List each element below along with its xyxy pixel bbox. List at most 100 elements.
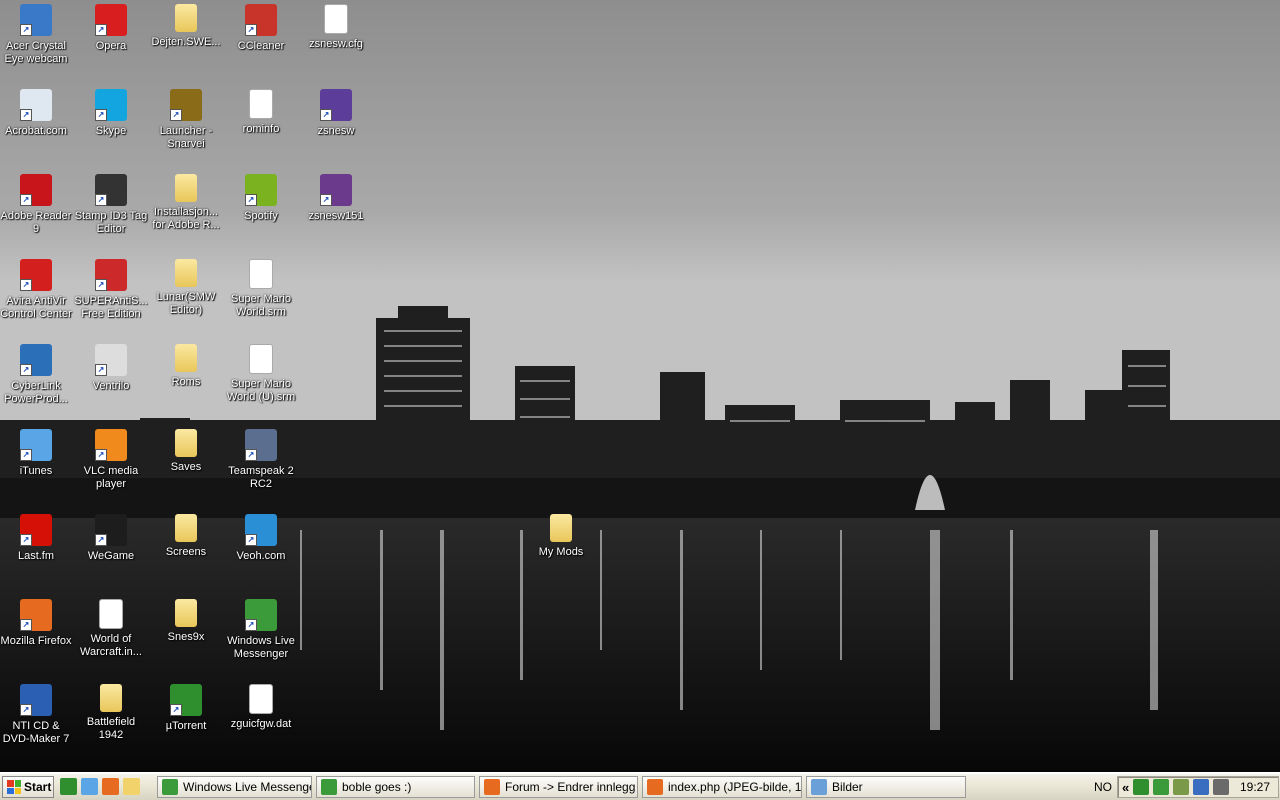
- desktop-icon[interactable]: Dejten.SWE...: [148, 2, 224, 49]
- desktop-icon[interactable]: ↗ Avira AntiVir Control Center: [0, 257, 74, 321]
- shortcut-arrow-icon: ↗: [245, 619, 257, 631]
- shortcut-arrow-icon: ↗: [20, 704, 32, 716]
- desktop-icon[interactable]: ↗ µTorrent: [148, 682, 224, 733]
- shortcut-arrow-icon: ↗: [20, 194, 32, 206]
- desktop-icon[interactable]: Super Mario World.srm: [223, 257, 299, 319]
- desktop-icon[interactable]: My Mods: [523, 512, 599, 559]
- folder-icon: [550, 514, 572, 542]
- desktop-icon[interactable]: ↗ Ventrilo: [73, 342, 149, 393]
- shortcut-arrow-icon: ↗: [95, 534, 107, 546]
- desktop-icon-label: Windows Live Messenger: [227, 635, 295, 660]
- desktop-icon[interactable]: ↗ Windows Live Messenger: [223, 597, 299, 661]
- shortcut-arrow-icon: ↗: [95, 109, 107, 121]
- desktop[interactable]: ↗ Acer Crystal Eye webcam ↗ Opera Dejten.SWE…: [0, 0, 1280, 772]
- desktop-icon[interactable]: World of Warcraft.in...: [73, 597, 149, 659]
- desktop-icon[interactable]: Snes9x: [148, 597, 224, 644]
- quick-launch-folder-icon[interactable]: [123, 778, 140, 795]
- desktop-icon[interactable]: ↗ Skype: [73, 87, 149, 138]
- desktop-icon-label: Teamspeak 2 RC2: [228, 465, 294, 490]
- desktop-icon-label: Skype: [95, 125, 127, 137]
- veoh-icon: ↗: [245, 514, 277, 546]
- desktop-icon-label: Dejten.SWE...: [151, 36, 221, 48]
- desktop-icon-label: Avira AntiVir Control Center: [0, 295, 72, 320]
- desktop-icon[interactable]: ↗ zsnesw151: [298, 172, 374, 223]
- adobe-reader-icon: ↗: [20, 174, 52, 206]
- desktop-icon-label: Veoh.com: [236, 550, 286, 562]
- desktop-icon[interactable]: ↗ Acer Crystal Eye webcam: [0, 2, 74, 66]
- desktop-icon[interactable]: ↗ zsnesw: [298, 87, 374, 138]
- folder-icon: [175, 514, 197, 542]
- desktop-icon[interactable]: ↗ WeGame: [73, 512, 149, 563]
- firefox-icon: [484, 779, 500, 795]
- desktop-icon-label: My Mods: [538, 546, 584, 558]
- safely-remove-icon[interactable]: [1173, 779, 1190, 795]
- language-indicator[interactable]: NO: [1094, 780, 1112, 794]
- desktop-icon[interactable]: Screens: [148, 512, 224, 559]
- tray-expand-button[interactable]: «: [1122, 780, 1129, 795]
- winrar-archive-icon: ↗: [320, 174, 352, 206]
- desktop-icon[interactable]: Super Mario World (U).srm: [223, 342, 299, 404]
- ventrilo-icon: ↗: [95, 344, 127, 376]
- desktop-icon[interactable]: Saves: [148, 427, 224, 474]
- superantispyware-icon: ↗: [95, 259, 127, 291]
- desktop-icon[interactable]: ↗ Acrobat.com: [0, 87, 74, 138]
- desktop-icon[interactable]: ↗ NTI CD & DVD-Maker 7: [0, 682, 74, 746]
- desktop-icon-label: CCleaner: [237, 40, 285, 52]
- desktop-icon[interactable]: ↗ VLC media player: [73, 427, 149, 491]
- webcam-icon: ↗: [20, 4, 52, 36]
- quick-launch-utorrent-icon[interactable]: [60, 778, 77, 795]
- desktop-icon[interactable]: Roms: [148, 342, 224, 389]
- taskbar: Start Windows Live Messenger boble goes :…: [0, 772, 1280, 800]
- taskbar-button[interactable]: Bilder: [806, 776, 966, 798]
- utorrent-tray-icon[interactable]: [1133, 779, 1150, 795]
- messenger-icon: ↗: [245, 599, 277, 631]
- desktop-icon[interactable]: ↗ Adobe Reader 9: [0, 172, 74, 236]
- desktop-icon[interactable]: Lunar(SMW Editor): [148, 257, 224, 317]
- volume-icon[interactable]: [1213, 779, 1230, 795]
- desktop-icon[interactable]: ↗ Opera: [73, 2, 149, 53]
- desktop-icon[interactable]: ↗ Mozilla Firefox: [0, 597, 74, 648]
- desktop-icon[interactable]: ↗ Launcher - Snarvei: [148, 87, 224, 151]
- document-icon: [249, 259, 273, 289]
- clock[interactable]: 19:27: [1240, 780, 1270, 794]
- folder-icon: [175, 599, 197, 627]
- document-icon: [249, 684, 273, 714]
- zsnes-icon: ↗: [320, 89, 352, 121]
- lastfm-icon: ↗: [20, 514, 52, 546]
- desktop-icon[interactable]: Installasjon... for Adobe R...: [148, 172, 224, 232]
- taskbar-button-label: boble goes :): [342, 780, 412, 794]
- desktop-icon[interactable]: ↗ iTunes: [0, 427, 74, 478]
- start-button[interactable]: Start: [2, 776, 54, 798]
- desktop-icon[interactable]: rominfo: [223, 87, 299, 136]
- desktop-icon-label: Snes9x: [167, 631, 205, 643]
- desktop-icon[interactable]: ↗ CCleaner: [223, 2, 299, 53]
- desktop-icon-label: Screens: [165, 546, 207, 558]
- desktop-icon-label: rominfo: [242, 123, 280, 135]
- taskbar-button[interactable]: index.php (JPEG-bilde, 1...: [642, 776, 802, 798]
- desktop-icon[interactable]: ↗ SUPERAntiS... Free Edition: [73, 257, 149, 321]
- desktop-icon[interactable]: ↗ Teamspeak 2 RC2: [223, 427, 299, 491]
- desktop-icon[interactable]: zguicfgw.dat: [223, 682, 299, 731]
- messenger-icon: [321, 779, 337, 795]
- desktop-icon[interactable]: ↗ Veoh.com: [223, 512, 299, 563]
- shortcut-arrow-icon: ↗: [20, 534, 32, 546]
- desktop-icon[interactable]: ↗ Spotify: [223, 172, 299, 223]
- desktop-icon[interactable]: ↗ CyberLink PowerProd...: [0, 342, 74, 406]
- network-icon[interactable]: [1193, 779, 1210, 795]
- folder-icon: [175, 429, 197, 457]
- desktop-icon[interactable]: zsnesw.cfg: [298, 2, 374, 51]
- messenger-tray-icon[interactable]: [1153, 779, 1170, 795]
- taskbar-button[interactable]: Windows Live Messenger: [157, 776, 312, 798]
- desktop-icon-label: Acer Crystal Eye webcam: [4, 40, 68, 65]
- desktop-icon-label: Roms: [171, 376, 201, 388]
- quick-launch-firefox-icon[interactable]: [102, 778, 119, 795]
- quick-launch-itunes-icon[interactable]: [81, 778, 98, 795]
- desktop-icon[interactable]: ↗ Last.fm: [0, 512, 74, 563]
- taskbar-button[interactable]: boble goes :): [316, 776, 475, 798]
- opera-icon: ↗: [95, 4, 127, 36]
- desktop-icon-label: Adobe Reader 9: [0, 210, 72, 235]
- desktop-icon[interactable]: ↗ Stamp ID3 Tag Editor: [73, 172, 149, 236]
- taskbar-button[interactable]: Forum -> Endrer innlegg ...: [479, 776, 638, 798]
- desktop-icon[interactable]: Battlefield 1942: [73, 682, 149, 742]
- taskbar-button-label: Windows Live Messenger: [183, 780, 312, 794]
